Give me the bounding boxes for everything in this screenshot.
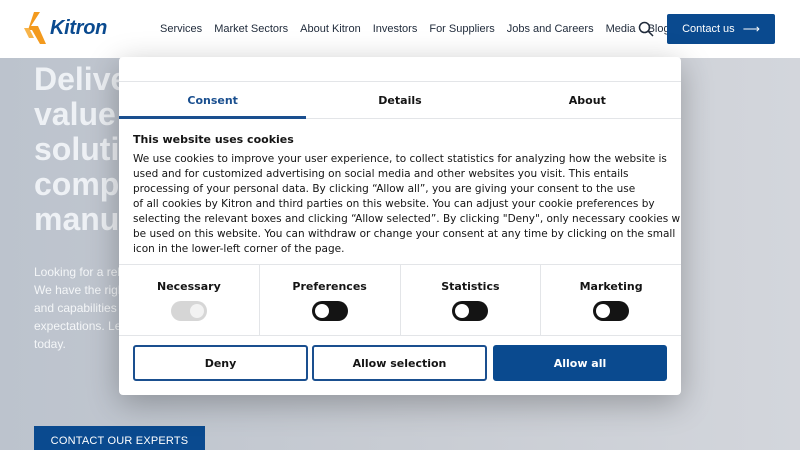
cookie-text-line: selecting the relevant boxes and clickin… [133,213,681,225]
cookie-text-line: used and for customized advertising on s… [133,168,629,180]
necessary-switch [170,301,207,321]
marketing-switch[interactable] [593,301,630,321]
nav-services[interactable]: Services [160,23,202,35]
contact-us-label: Contact us [682,23,735,35]
kitron-logo[interactable]: Kitron [24,12,107,44]
switch-knob [314,304,329,318]
cookie-title: This website uses cookies [133,133,294,146]
cookie-body: This website uses cookies We use cookies… [133,133,681,257]
statistics-switch[interactable] [452,301,489,321]
hero-text-line: and capabilities [34,301,117,315]
hero-text: Looking for a reli We have the righ and … [34,263,125,353]
hero-title-line: manu [34,201,120,237]
toggle-marketing: Marketing [541,265,681,335]
hero-title: Delive value soluti comp manu [34,62,128,237]
switch-knob [596,304,611,318]
cookie-text-line: icon in the lower-left corner of the pag… [133,243,345,255]
toggle-statistics: Statistics [401,265,542,335]
kitron-logo-mark-icon [24,12,46,44]
nav-market-sectors[interactable]: Market Sectors [214,23,288,35]
cookie-text-line: be used on this website. You can withdra… [133,228,676,240]
cookie-text-line: of all cookies by Kitron and third parti… [133,198,655,210]
contact-us-button[interactable]: Contact us ⟶ [667,14,775,44]
logo-text: Kitron [50,16,108,39]
contact-our-experts-button[interactable]: CONTACT OUR EXPERTS [34,426,205,450]
switch-knob [189,304,204,318]
search-icon[interactable] [638,21,654,37]
hero-text-line: expectations. Le [34,319,122,333]
cookie-text-line: We use cookies to improve your user expe… [133,153,667,165]
main-nav: Services Market Sectors About Kitron Inv… [160,0,682,58]
arrow-right-icon: ⟶ [742,22,760,36]
hero-title-line: Delive [34,61,129,97]
switch-knob [455,304,470,318]
tab-about[interactable]: About [494,82,681,118]
allow-all-button[interactable]: Allow all [493,345,667,381]
toggle-preferences: Preferences [260,265,401,335]
nav-about-kitron[interactable]: About Kitron [300,23,361,35]
toggle-label: Necessary [156,280,221,293]
toggle-label: Marketing [579,280,643,293]
tab-details[interactable]: Details [306,82,493,118]
cookie-tabs: Consent Details About [119,81,681,119]
nav-for-suppliers[interactable]: For Suppliers [429,23,494,35]
cookie-text-line: processing of your personal data. By cli… [133,183,636,195]
site-header: Kitron Services Market Sectors About Kit… [0,0,800,58]
nav-jobs-and-careers[interactable]: Jobs and Careers [507,23,594,35]
toggle-label: Preferences [292,280,367,293]
cookie-category-toggles: Necessary Preferences Statistics Marketi… [119,264,681,336]
hero-text-line: Looking for a reli [34,265,123,279]
deny-button[interactable]: Deny [133,345,308,381]
cookie-consent-dialog: Consent Details About This website uses … [119,57,681,395]
hero-title-line: comp [34,166,120,202]
cookie-buttons: Deny Allow selection Allow all [133,345,667,381]
nav-media[interactable]: Media [606,23,636,35]
toggle-necessary: Necessary [119,265,260,335]
hero-text-line: today. [34,337,66,351]
tab-consent[interactable]: Consent [119,82,307,119]
allow-selection-button[interactable]: Allow selection [312,345,487,381]
hero-title-line: value [34,96,116,132]
hero-title-line: soluti [34,131,120,167]
toggle-label: Statistics [441,280,500,293]
hero-text-line: We have the righ [34,283,125,297]
nav-investors[interactable]: Investors [373,23,418,35]
preferences-switch[interactable] [311,301,348,321]
cookie-description: We use cookies to improve your user expe… [133,152,681,257]
